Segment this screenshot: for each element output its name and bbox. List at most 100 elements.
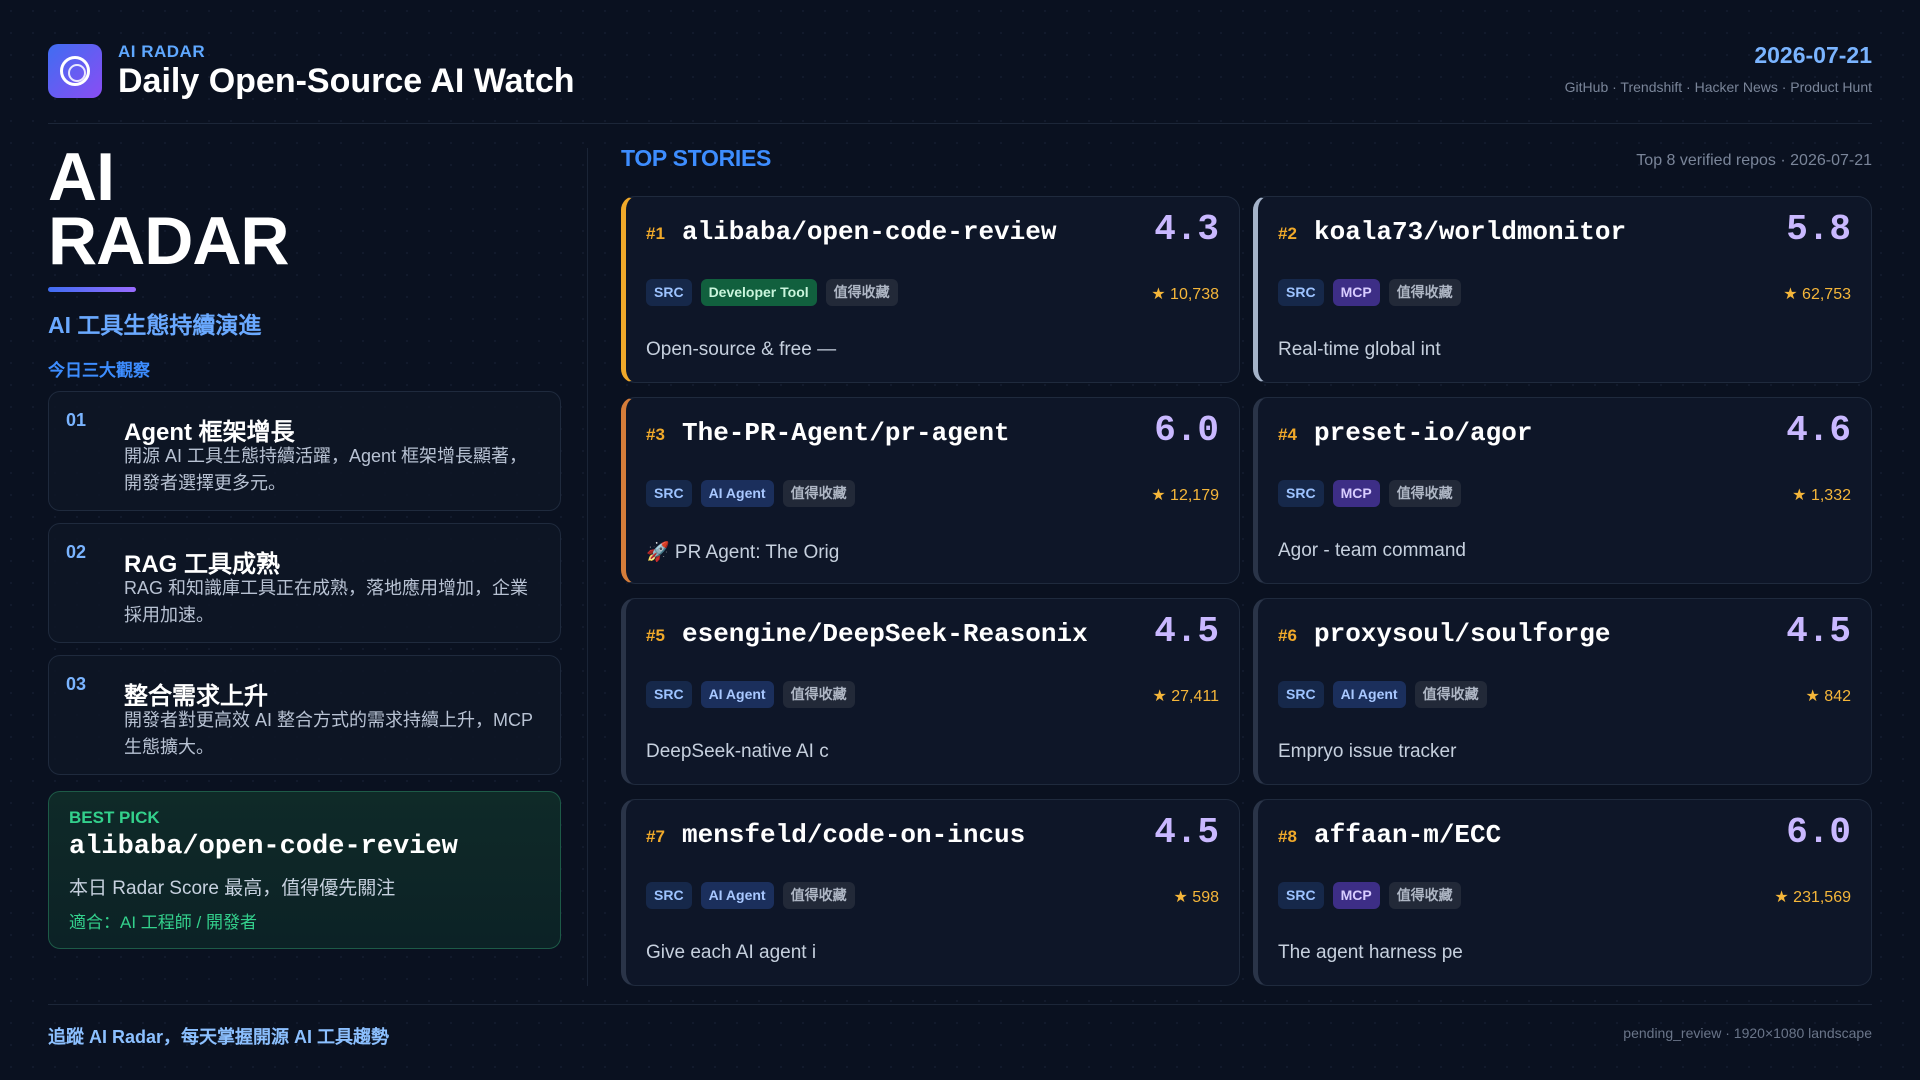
story-repo-name[interactable]: mensfeld/code-on-incus [682,820,1025,850]
tag-badge: 值得收藏 [1388,279,1461,306]
best-pick-card[interactable]: BEST PICK alibaba/open-code-review 本日 Ra… [48,791,561,949]
tag-badge: SRC [1278,279,1324,306]
radar-score: 4.5 [1154,611,1219,652]
insight-title: RAG 工具成熟 [124,551,280,578]
insight-card: 03 整合需求上升 開發者對更高效 AI 整合方式的需求持續上升，MCP 生態擴大。 [48,655,561,775]
radar-score: 6.0 [1154,410,1219,451]
header-date: 2026-07-21 [1754,42,1872,68]
tag-badge: 值得收藏 [782,480,855,507]
star-count: ★ 842 [1805,688,1851,705]
subtitle: AI 工具生態持續演進 [48,312,262,338]
insight-body: RAG 和知識庫工具正在成熟，落地應用增加，企業採用加速。 [124,578,529,625]
tag-badge: MCP [1332,279,1380,306]
tag-list: SRC MCP 值得收藏 [1278,279,1461,306]
tag-badge: 值得收藏 [782,882,855,909]
story-description: Open-source & free — [646,339,837,360]
tag-badge: AI Agent [700,882,774,909]
story-rank: #2 [1278,224,1297,243]
story-rank: #4 [1278,425,1297,444]
radar-score: 4.3 [1154,209,1219,250]
tag-list: SRC Developer Tool 值得收藏 [646,279,898,306]
radar-score: 4.5 [1786,611,1851,652]
tag-badge: SRC [646,882,692,909]
star-count: ★ 231,569 [1774,889,1851,906]
insight-number: 03 [66,674,87,694]
story-card[interactable]: #8 affaan-m/ECC 6.0 SRC MCP 值得收藏 ★ 231,569 The … [1253,799,1872,986]
story-description: DeepSeek-native AI c [646,741,829,762]
story-repo-name[interactable]: The-PR-Agent/pr-agent [682,418,1010,448]
best-pick-audience: 適合：AI 工程師 / 開發者 [69,913,257,932]
hero-title: AI RADAR [48,139,561,275]
story-description: Agor - team command [1278,540,1466,561]
tag-badge: MCP [1332,480,1380,507]
tag-badge: 值得收藏 [1388,882,1461,909]
insight-number: 01 [66,410,87,430]
story-card[interactable]: #1 alibaba/open-code-review 4.3 SRC Develope… [621,196,1240,383]
hero-line-1: AI [48,139,115,215]
header: AI RADAR Daily Open-Source AI Watch 2026… [48,36,1872,124]
tag-list: SRC AI Agent 值得收藏 [646,480,855,507]
insight-card: 01 Agent 框架增長 開源 AI 工具生態持續活躍，Agent 框架增長顯著，… [48,391,561,511]
story-description: 🚀 PR Agent: The Orig [646,542,840,563]
tag-badge: 值得收藏 [782,681,855,708]
story-card[interactable]: #7 mensfeld/code-on-incus 4.5 SRC AI Agent 值得… [621,799,1240,986]
story-rank: #1 [646,224,665,243]
tag-list: SRC MCP 值得收藏 [1278,882,1461,909]
insights-label: 今日三大觀察 [48,361,150,380]
story-card[interactable]: #2 koala73/worldmonitor 5.8 SRC MCP 值得收藏 ★ 62,… [1253,196,1872,383]
story-card[interactable]: #6 proxysoul/soulforge 4.5 SRC AI Agent 值得收藏 ★… [1253,598,1872,785]
story-repo-name[interactable]: esengine/DeepSeek-Reasonix [682,619,1088,649]
radar-score: 5.8 [1786,209,1851,250]
tag-badge: SRC [646,480,692,507]
radar-ring-icon [60,56,90,86]
insight-title: 整合需求上升 [124,683,268,710]
story-rank: #7 [646,827,665,846]
story-description: Give each AI agent i [646,942,817,963]
tag-badge: AI Agent [700,480,774,507]
insight-card: 02 RAG 工具成熟 RAG 和知識庫工具正在成熟，落地應用增加，企業採用加速。 [48,523,561,643]
story-rank: #6 [1278,626,1297,645]
story-description: Empryo issue tracker [1278,741,1457,762]
tag-badge: SRC [646,681,692,708]
story-repo-name[interactable]: alibaba/open-code-review [682,217,1056,247]
story-repo-name[interactable]: proxysoul/soulforge [1314,619,1610,649]
best-pick-repo[interactable]: alibaba/open-code-review [69,832,458,862]
star-count: ★ 12,179 [1151,487,1219,504]
radar-score: 4.5 [1154,812,1219,853]
tag-badge: 值得收藏 [825,279,898,306]
section-meta: Top 8 verified repos · 2026-07-21 [1636,152,1872,169]
star-count: ★ 598 [1173,889,1219,906]
story-card[interactable]: #3 The-PR-Agent/pr-agent 6.0 SRC AI Agent 值得收… [621,397,1240,584]
insight-body: 開發者對更高效 AI 整合方式的需求持續上升，MCP 生態擴大。 [124,710,533,757]
tag-badge: MCP [1332,882,1380,909]
tag-list: SRC AI Agent 值得收藏 [646,882,855,909]
tag-badge: SRC [646,279,692,306]
story-card[interactable]: #4 preset-io/agor 4.6 SRC MCP 值得收藏 ★ 1,332 Agor… [1253,397,1872,584]
story-description: Real-time global int [1278,339,1441,360]
story-card[interactable]: #5 esengine/DeepSeek-Reasonix 4.5 SRC AI Age… [621,598,1240,785]
footer-divider [48,1004,1872,1005]
footer-tagline: 追蹤 AI Radar，每天掌握開源 AI 工具趨勢 [48,1027,390,1047]
tag-badge: AI Agent [700,681,774,708]
insight-title: Agent 框架增長 [124,419,295,446]
story-repo-name[interactable]: preset-io/agor [1314,418,1532,448]
insight-body: 開源 AI 工具生態持續活躍，Agent 框架增長顯著，開發者選擇更多元。 [124,446,528,493]
star-count: ★ 1,332 [1792,487,1851,504]
story-grid: #1 alibaba/open-code-review 4.3 SRC Develope… [621,196,1872,986]
story-repo-name[interactable]: affaan-m/ECC [1314,820,1501,850]
page-title: Daily Open-Source AI Watch [118,62,575,100]
radar-score: 6.0 [1786,812,1851,853]
tag-badge: SRC [1278,882,1324,909]
tag-badge: Developer Tool [700,279,817,306]
best-pick-desc: 本日 Radar Score 最高，值得優先關注 [69,878,396,899]
story-repo-name[interactable]: koala73/worldmonitor [1314,217,1626,247]
left-panel: AI RADAR AI 工具生態持續演進 今日三大觀察 01 Agent 框架增長… [48,139,561,949]
radar-score: 4.6 [1786,410,1851,451]
insight-number: 02 [66,542,87,562]
story-rank: #5 [646,626,665,645]
best-pick-label: BEST PICK [69,808,160,827]
insights-list: 01 Agent 框架增長 開源 AI 工具生態持續活躍，Agent 框架增長顯著，… [48,391,561,775]
star-count: ★ 62,753 [1783,286,1851,303]
tag-badge: AI Agent [1332,681,1406,708]
story-description: The agent harness pe [1278,942,1463,963]
